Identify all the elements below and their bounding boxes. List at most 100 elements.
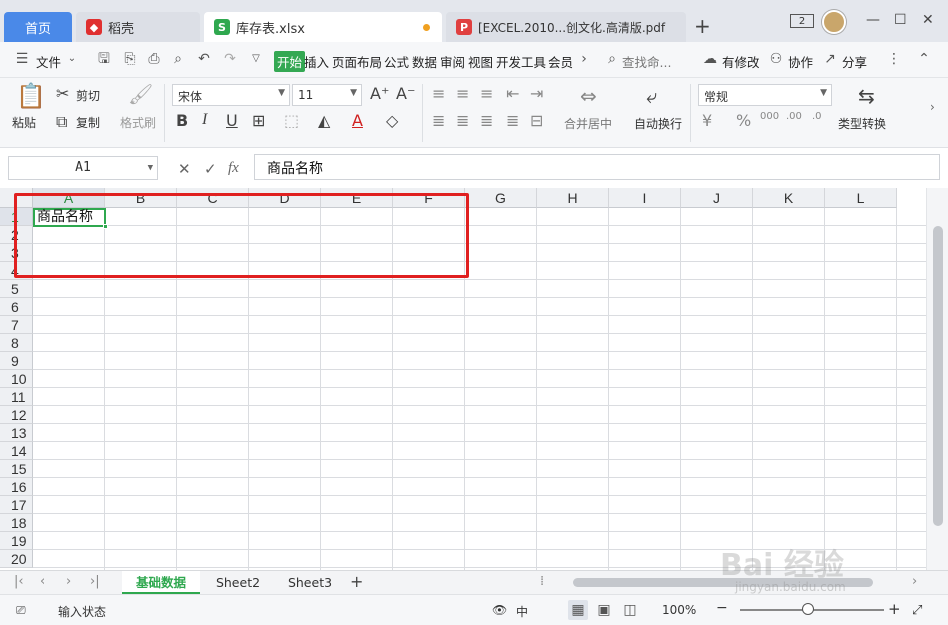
hamburger-icon[interactable]: ☰	[14, 51, 30, 67]
indent-icon[interactable]: ⇥	[530, 84, 543, 103]
row-header-9[interactable]: 9	[0, 352, 33, 370]
normal-view-icon[interactable]: ▦	[568, 600, 588, 620]
row-header-7[interactable]: 7	[0, 316, 33, 334]
tab-pdf-file[interactable]: P [EXCEL.2010...创文化.高清版.pdf	[446, 12, 686, 42]
cell-style-icon[interactable]: ⬚	[284, 111, 299, 130]
merge-icon[interactable]: ⇔	[580, 84, 597, 108]
preview-icon[interactable]: ⌕	[170, 51, 186, 67]
last-sheet-icon[interactable]: ›|	[90, 574, 100, 589]
row-header-2[interactable]: 2	[0, 226, 33, 244]
underline-icon[interactable]: U	[226, 111, 238, 130]
row-header-6[interactable]: 6	[0, 298, 33, 316]
sheet-tab-3[interactable]: Sheet3	[276, 571, 344, 594]
currency-icon[interactable]: ¥	[702, 111, 712, 130]
thousands-icon[interactable]: 000	[760, 111, 779, 122]
column-header-f[interactable]: F	[393, 188, 465, 208]
row-header-3[interactable]: 3	[0, 244, 33, 262]
add-sheet-button[interactable]: +	[350, 572, 363, 591]
paste-icon[interactable]: 📋	[16, 82, 46, 110]
column-header-k[interactable]: K	[753, 188, 825, 208]
increase-decimal-icon[interactable]: .00	[786, 111, 802, 122]
fill-handle[interactable]	[103, 224, 108, 229]
font-size-select[interactable]: 11 ▼	[292, 84, 362, 106]
row-header-12[interactable]: 12	[0, 406, 33, 424]
sheet-tab-2[interactable]: Sheet2	[204, 571, 272, 594]
row-header-11[interactable]: 11	[0, 388, 33, 406]
column-header-l[interactable]: L	[825, 188, 897, 208]
format-painter-button[interactable]: 格式刷	[120, 114, 156, 131]
horizontal-scroll-thumb[interactable]	[573, 578, 873, 587]
collapse-ribbon-icon[interactable]: ⌃	[916, 51, 932, 67]
percent-icon[interactable]: %	[736, 111, 751, 130]
menu-developer[interactable]: 开发工具	[496, 52, 546, 71]
paste-button[interactable]: 粘贴	[12, 114, 36, 131]
avatar[interactable]	[822, 10, 846, 34]
maximize-icon[interactable]: ☐	[894, 12, 907, 28]
page-break-view-icon[interactable]: ◫	[620, 600, 640, 620]
zoom-slider-handle[interactable]	[802, 603, 814, 615]
menu-page-layout[interactable]: 页面布局	[332, 52, 382, 71]
align-right-icon[interactable]: ≣	[480, 111, 493, 130]
row-header-15[interactable]: 15	[0, 460, 33, 478]
spreadsheet-grid[interactable]: A B C D E F G H I J K L 1 2 3 4 5 6 7 8 9 10 11 12 13 14 15 16 17 18 1…	[0, 188, 926, 570]
row-header-1[interactable]: 1	[0, 208, 33, 226]
redo-icon[interactable]: ↷	[222, 51, 238, 67]
formula-input[interactable]: 商品名称	[254, 154, 940, 180]
column-header-a[interactable]: A	[33, 188, 105, 208]
share-button[interactable]: 分享	[842, 52, 867, 71]
page-layout-view-icon[interactable]: ▣	[594, 600, 614, 620]
increase-font-icon[interactable]: A⁺	[370, 84, 389, 103]
scissors-icon[interactable]: ✂	[56, 84, 69, 103]
horizontal-scrollbar[interactable]	[553, 576, 913, 588]
align-top-icon[interactable]: ≡	[432, 84, 445, 103]
font-color-icon[interactable]: A	[352, 111, 363, 130]
menu-view[interactable]: 视图	[468, 52, 493, 71]
search-icon[interactable]: ⌕	[604, 51, 620, 67]
row-header-18[interactable]: 18	[0, 514, 33, 532]
confirm-icon[interactable]: ✓	[204, 160, 217, 178]
zoom-level[interactable]: 100%	[662, 603, 696, 617]
column-header-b[interactable]: B	[105, 188, 177, 208]
align-center-icon[interactable]: ≣	[456, 111, 469, 130]
fx-icon[interactable]: fx	[228, 160, 239, 177]
column-header-c[interactable]: C	[177, 188, 249, 208]
row-header-5[interactable]: 5	[0, 280, 33, 298]
column-header-e[interactable]: E	[321, 188, 393, 208]
eraser-icon[interactable]: ◇	[386, 111, 398, 130]
decrease-font-icon[interactable]: A⁻	[396, 84, 415, 103]
column-header-d[interactable]: D	[249, 188, 321, 208]
justify-icon[interactable]: ≣	[506, 111, 519, 130]
tab-active-file[interactable]: S 库存表.xlsx	[204, 12, 442, 42]
row-header-16[interactable]: 16	[0, 478, 33, 496]
row-header-10[interactable]: 10	[0, 370, 33, 388]
format-painter-icon[interactable]: 🖌	[128, 82, 153, 106]
new-tab-button[interactable]: +	[694, 14, 711, 38]
fill-color-icon[interactable]: ◭	[318, 111, 330, 130]
row-header-4[interactable]: 4	[0, 262, 33, 280]
split-handle[interactable]: ⁞	[540, 574, 544, 589]
next-sheet-icon[interactable]: ›	[66, 574, 71, 589]
chevron-right-icon[interactable]: ›	[576, 51, 592, 67]
collaborate-button[interactable]: 协作	[788, 52, 813, 71]
border-icon[interactable]: ⊞	[252, 111, 265, 130]
row-header-8[interactable]: 8	[0, 334, 33, 352]
ribbon-scroll-right-icon[interactable]: ›	[930, 100, 935, 114]
zoom-in-icon[interactable]: +	[888, 600, 901, 618]
menu-data[interactable]: 数据	[412, 52, 437, 71]
sheet-tab-1[interactable]: 基础数据	[122, 571, 200, 594]
window-count-badge[interactable]: 2	[790, 14, 814, 28]
wrap-text-icon[interactable]: ⤶	[646, 84, 657, 108]
tab-daoke[interactable]: ◆ 稻壳	[76, 12, 200, 42]
type-convert-button[interactable]: 类型转换	[838, 115, 886, 132]
prev-sheet-icon[interactable]: ‹	[40, 574, 45, 589]
input-method-icon[interactable]: 中	[516, 603, 528, 620]
scroll-right-icon[interactable]: ›	[912, 574, 917, 589]
minimize-icon[interactable]: —	[866, 12, 880, 28]
menu-member[interactable]: 会员	[548, 52, 573, 71]
outdent-icon[interactable]: ⇤	[506, 84, 519, 103]
align-left-icon[interactable]: ≣	[432, 111, 445, 130]
row-header-20[interactable]: 20	[0, 550, 33, 568]
decrease-decimal-icon[interactable]: .0	[812, 111, 822, 122]
copy-button[interactable]: 复制	[76, 114, 100, 131]
fullscreen-icon[interactable]: ⤢	[912, 603, 922, 618]
